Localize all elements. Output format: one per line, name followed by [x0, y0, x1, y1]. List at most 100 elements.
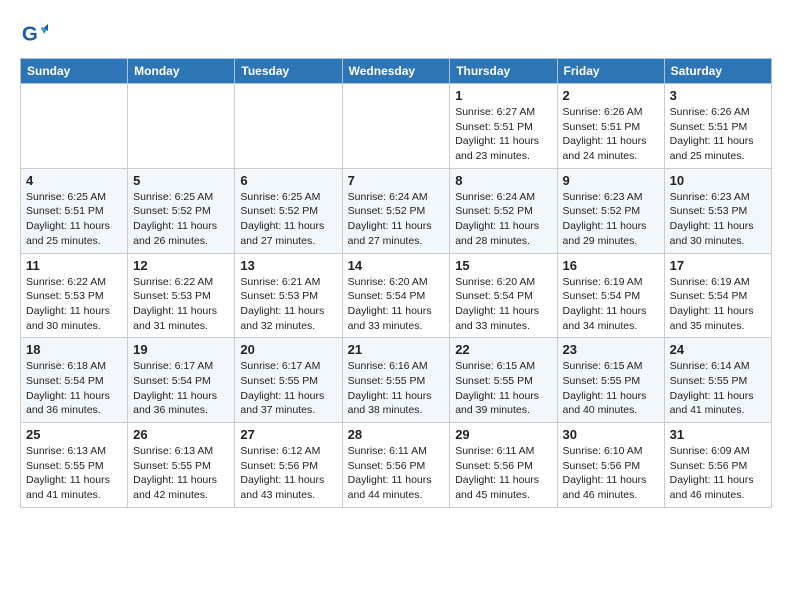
day-number: 21 — [348, 342, 445, 357]
calendar-week-row: 4 Sunrise: 6:25 AMSunset: 5:51 PMDaylight… — [21, 168, 772, 253]
calendar-cell: 30 Sunrise: 6:10 AMSunset: 5:56 PMDayligh… — [557, 423, 664, 508]
calendar-cell: 14 Sunrise: 6:20 AMSunset: 5:54 PMDayligh… — [342, 253, 450, 338]
cell-info: Sunrise: 6:25 AMSunset: 5:52 PMDaylight:… — [240, 190, 336, 249]
cell-info: Sunrise: 6:23 AMSunset: 5:52 PMDaylight:… — [563, 190, 659, 249]
calendar-cell: 3Sunrise: 6:26 AMSunset: 5:51 PMDaylight… — [664, 84, 771, 169]
day-number: 23 — [563, 342, 659, 357]
day-number: 27 — [240, 427, 336, 442]
day-number: 1 — [455, 88, 551, 103]
day-number: 10 — [670, 173, 766, 188]
day-number: 13 — [240, 258, 336, 273]
calendar-cell: 17Sunrise: 6:19 AMSunset: 5:54 PMDayligh… — [664, 253, 771, 338]
cell-info: Sunrise: 6:22 AMSunset: 5:53 PMDaylight:… — [26, 275, 122, 334]
calendar-cell: 31Sunrise: 6:09 AMSunset: 5:56 PMDayligh… — [664, 423, 771, 508]
day-number: 6 — [240, 173, 336, 188]
day-number: 5 — [133, 173, 229, 188]
calendar-header-saturday: Saturday — [664, 59, 771, 84]
cell-info: Sunrise: 6:24 AMSunset: 5:52 PMDaylight:… — [348, 190, 445, 249]
logo-icon: G — [20, 20, 48, 48]
cell-info: Sunrise: 6:17 AMSunset: 5:55 PMDaylight:… — [240, 359, 336, 418]
day-number: 4 — [26, 173, 122, 188]
calendar-cell: 5 Sunrise: 6:25 AMSunset: 5:52 PMDaylight… — [128, 168, 235, 253]
cell-info: Sunrise: 6:19 AMSunset: 5:54 PMDaylight:… — [563, 275, 659, 334]
calendar-week-row: 25 Sunrise: 6:13 AMSunset: 5:55 PMDayligh… — [21, 423, 772, 508]
cell-info: Sunrise: 6:17 AMSunset: 5:54 PMDaylight:… — [133, 359, 229, 418]
svg-text:G: G — [22, 23, 38, 46]
day-number: 30 — [563, 427, 659, 442]
calendar-cell: 9Sunrise: 6:23 AMSunset: 5:52 PMDaylight… — [557, 168, 664, 253]
calendar-cell — [128, 84, 235, 169]
cell-info: Sunrise: 6:15 AMSunset: 5:55 PMDaylight:… — [563, 359, 659, 418]
day-number: 31 — [670, 427, 766, 442]
calendar-cell: 4 Sunrise: 6:25 AMSunset: 5:51 PMDaylight… — [21, 168, 128, 253]
day-number: 28 — [348, 427, 445, 442]
calendar-table: SundayMondayTuesdayWednesdayThursdayFrid… — [20, 58, 772, 508]
cell-info: Sunrise: 6:11 AMSunset: 5:56 PMDaylight:… — [348, 444, 445, 503]
day-number: 17 — [670, 258, 766, 273]
calendar-cell: 26 Sunrise: 6:13 AMSunset: 5:55 PMDayligh… — [128, 423, 235, 508]
calendar-cell — [342, 84, 450, 169]
cell-info: Sunrise: 6:10 AMSunset: 5:56 PMDaylight:… — [563, 444, 659, 503]
calendar-cell: 24 Sunrise: 6:14 AMSunset: 5:55 PMDayligh… — [664, 338, 771, 423]
cell-info: Sunrise: 6:13 AMSunset: 5:55 PMDaylight:… — [133, 444, 229, 503]
day-number: 19 — [133, 342, 229, 357]
cell-info: Sunrise: 6:11 AMSunset: 5:56 PMDaylight:… — [455, 444, 551, 503]
calendar-week-row: 11 Sunrise: 6:22 AMSunset: 5:53 PMDayligh… — [21, 253, 772, 338]
calendar-header-friday: Friday — [557, 59, 664, 84]
calendar-cell: 19 Sunrise: 6:17 AMSunset: 5:54 PMDayligh… — [128, 338, 235, 423]
day-number: 11 — [26, 258, 122, 273]
day-number: 26 — [133, 427, 229, 442]
day-number: 14 — [348, 258, 445, 273]
day-number: 15 — [455, 258, 551, 273]
day-number: 18 — [26, 342, 122, 357]
day-number: 24 — [670, 342, 766, 357]
calendar-cell: 22 Sunrise: 6:15 AMSunset: 5:55 PMDayligh… — [450, 338, 557, 423]
day-number: 2 — [563, 88, 659, 103]
day-number: 7 — [348, 173, 445, 188]
calendar-cell: 11 Sunrise: 6:22 AMSunset: 5:53 PMDayligh… — [21, 253, 128, 338]
day-number: 22 — [455, 342, 551, 357]
cell-info: Sunrise: 6:25 AMSunset: 5:52 PMDaylight:… — [133, 190, 229, 249]
cell-info: Sunrise: 6:12 AMSunset: 5:56 PMDaylight:… — [240, 444, 336, 503]
calendar-cell: 16Sunrise: 6:19 AMSunset: 5:54 PMDayligh… — [557, 253, 664, 338]
cell-info: Sunrise: 6:25 AMSunset: 5:51 PMDaylight:… — [26, 190, 122, 249]
calendar-cell: 2 Sunrise: 6:26 AMSunset: 5:51 PMDaylight… — [557, 84, 664, 169]
cell-info: Sunrise: 6:27 AMSunset: 5:51 PMDaylight:… — [455, 105, 551, 164]
calendar-cell: 28 Sunrise: 6:11 AMSunset: 5:56 PMDayligh… — [342, 423, 450, 508]
calendar-cell: 7 Sunrise: 6:24 AMSunset: 5:52 PMDaylight… — [342, 168, 450, 253]
calendar-cell: 13 Sunrise: 6:21 AMSunset: 5:53 PMDayligh… — [235, 253, 342, 338]
cell-info: Sunrise: 6:16 AMSunset: 5:55 PMDaylight:… — [348, 359, 445, 418]
cell-info: Sunrise: 6:20 AMSunset: 5:54 PMDaylight:… — [348, 275, 445, 334]
cell-info: Sunrise: 6:24 AMSunset: 5:52 PMDaylight:… — [455, 190, 551, 249]
cell-info: Sunrise: 6:26 AMSunset: 5:51 PMDaylight:… — [670, 105, 766, 164]
calendar-week-row: 1 Sunrise: 6:27 AMSunset: 5:51 PMDaylight… — [21, 84, 772, 169]
calendar-cell: 8 Sunrise: 6:24 AMSunset: 5:52 PMDaylight… — [450, 168, 557, 253]
calendar-header-wednesday: Wednesday — [342, 59, 450, 84]
cell-info: Sunrise: 6:22 AMSunset: 5:53 PMDaylight:… — [133, 275, 229, 334]
calendar-header-tuesday: Tuesday — [235, 59, 342, 84]
calendar-header-row: SundayMondayTuesdayWednesdayThursdayFrid… — [21, 59, 772, 84]
cell-info: Sunrise: 6:26 AMSunset: 5:51 PMDaylight:… — [563, 105, 659, 164]
calendar-cell: 25 Sunrise: 6:13 AMSunset: 5:55 PMDayligh… — [21, 423, 128, 508]
day-number: 8 — [455, 173, 551, 188]
logo: G — [20, 20, 52, 48]
cell-info: Sunrise: 6:20 AMSunset: 5:54 PMDaylight:… — [455, 275, 551, 334]
calendar-cell: 21 Sunrise: 6:16 AMSunset: 5:55 PMDayligh… — [342, 338, 450, 423]
calendar-cell: 27 Sunrise: 6:12 AMSunset: 5:56 PMDayligh… — [235, 423, 342, 508]
cell-info: Sunrise: 6:14 AMSunset: 5:55 PMDaylight:… — [670, 359, 766, 418]
calendar-cell — [235, 84, 342, 169]
calendar-header-thursday: Thursday — [450, 59, 557, 84]
day-number: 25 — [26, 427, 122, 442]
calendar-header-monday: Monday — [128, 59, 235, 84]
cell-info: Sunrise: 6:15 AMSunset: 5:55 PMDaylight:… — [455, 359, 551, 418]
page-header: G — [20, 20, 772, 48]
day-number: 20 — [240, 342, 336, 357]
calendar-week-row: 18Sunrise: 6:18 AMSunset: 5:54 PMDayligh… — [21, 338, 772, 423]
calendar-cell: 10Sunrise: 6:23 AMSunset: 5:53 PMDayligh… — [664, 168, 771, 253]
calendar-cell: 23 Sunrise: 6:15 AMSunset: 5:55 PMDayligh… — [557, 338, 664, 423]
calendar-cell: 12Sunrise: 6:22 AMSunset: 5:53 PMDayligh… — [128, 253, 235, 338]
cell-info: Sunrise: 6:13 AMSunset: 5:55 PMDaylight:… — [26, 444, 122, 503]
calendar-cell: 20 Sunrise: 6:17 AMSunset: 5:55 PMDayligh… — [235, 338, 342, 423]
calendar-cell: 29Sunrise: 6:11 AMSunset: 5:56 PMDayligh… — [450, 423, 557, 508]
cell-info: Sunrise: 6:21 AMSunset: 5:53 PMDaylight:… — [240, 275, 336, 334]
